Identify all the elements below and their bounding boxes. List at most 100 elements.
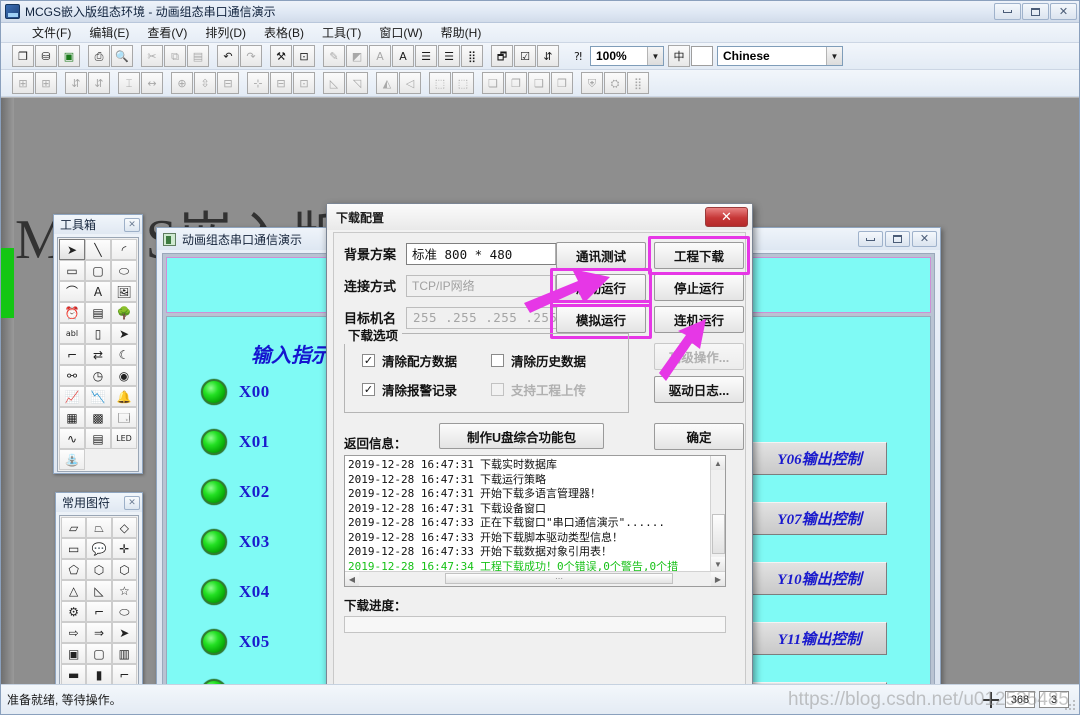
data-report-icon[interactable]: ▤ [85, 302, 111, 323]
rounded-rect-icon[interactable]: ▭ [61, 538, 87, 559]
undo-icon[interactable]: ↶ [217, 45, 239, 67]
select-arrow-icon[interactable]: ➤ [59, 239, 85, 260]
alarm-display-icon[interactable]: ⏰ [59, 302, 85, 323]
input-indicator-x04[interactable]: X04 [201, 579, 270, 605]
menu-item-table[interactable]: 表格(B) [255, 22, 313, 43]
return-info-log[interactable]: 2019-12-28 16:47:31 下载实时数据库 2019-12-28 16:… [344, 455, 726, 587]
corner-icon[interactable]: ⌐ [86, 601, 112, 622]
project-download-button[interactable]: 工程下载 [654, 242, 744, 269]
layout-frame-icon[interactable]: ⊡ [293, 45, 315, 67]
child-close-button[interactable]: ✕ [912, 231, 937, 247]
outline-arrow-icon[interactable]: ⇨ [61, 622, 87, 643]
checkbox-box[interactable]: ✓ [362, 354, 375, 367]
menu-item-file[interactable]: 文件(F) [23, 22, 80, 43]
history-chart-icon[interactable]: 📉 [85, 386, 111, 407]
right-triangle-icon[interactable]: ◺ [86, 580, 112, 601]
block-arrow-icon[interactable]: ⇒ [86, 622, 112, 643]
tree-icon[interactable]: 🌳 [111, 302, 137, 323]
check-project-icon[interactable]: ☑ [514, 45, 536, 67]
menu-item-window[interactable]: 窗口(W) [370, 22, 431, 43]
box-icon[interactable]: ▥ [111, 643, 137, 664]
resize-grip-icon[interactable] [1064, 699, 1077, 712]
menu-item-help[interactable]: 帮助(H) [432, 22, 491, 43]
star-icon[interactable]: ☆ [111, 580, 137, 601]
checkbox-box[interactable]: ✓ [362, 383, 375, 396]
polygon-icon[interactable]: ⌒ [59, 281, 85, 302]
grid-icon[interactable]: ▦ [59, 407, 85, 428]
new-window-icon[interactable]: ❐ [12, 45, 34, 67]
dialog-close-button[interactable]: ✕ [705, 207, 748, 227]
menu-item-tools[interactable]: 工具(T) [313, 22, 370, 43]
frame-icon[interactable]: ▢ [86, 643, 112, 664]
picture-icon[interactable]: 🖼 [111, 281, 137, 302]
form-icon[interactable]: ▤ [85, 428, 111, 449]
text-icon[interactable]: A [85, 281, 111, 302]
sort-icon[interactable]: ⇵ [537, 45, 559, 67]
line-icon[interactable]: ╲ [85, 239, 111, 260]
parallelogram-icon[interactable]: ▱ [61, 517, 87, 538]
online-run-button[interactable]: 连机运行 [654, 306, 744, 333]
print-preview-icon[interactable]: 🔍 [111, 45, 133, 67]
output-control-button-y06[interactable]: Y06输出控制 [752, 442, 887, 475]
label-icon[interactable]: abl [59, 323, 85, 344]
cylinder-icon[interactable]: ⬭ [111, 601, 137, 622]
save-icon[interactable]: ▣ [58, 45, 80, 67]
step-icon[interactable]: ⇄ [85, 344, 111, 365]
pipe-corner-icon[interactable]: ⌐ [111, 664, 137, 684]
meter-icon[interactable]: ◷ [85, 365, 111, 386]
start-run-button[interactable]: 启动运行 [556, 274, 646, 301]
menu-item-arrange[interactable]: 排列(D) [196, 22, 255, 43]
rectangle-icon[interactable]: ▭ [59, 260, 85, 281]
indicator-icon[interactable]: ◉ [111, 365, 137, 386]
print-icon[interactable]: ⎙ [88, 45, 110, 67]
checkbox-clear-alarm[interactable]: ✓ 清除报警记录 [362, 380, 457, 399]
trapezoid-icon[interactable]: ⏢ [86, 517, 112, 538]
help-pointer-icon[interactable]: ⁈ [567, 45, 589, 67]
driver-log-button[interactable]: 驱动日志... [654, 376, 744, 403]
align-justify-icon[interactable]: ☰ [438, 45, 460, 67]
checkbox-clear-recipe[interactable]: ✓ 清除配方数据 [362, 351, 457, 370]
hexagon-icon[interactable]: ⬡ [111, 559, 137, 580]
stop-run-button[interactable]: 停止运行 [654, 274, 744, 301]
scroll-thumb[interactable] [712, 514, 725, 554]
input-indicator-x03[interactable]: X03 [201, 529, 270, 555]
bell-icon[interactable]: 🔔 [111, 386, 137, 407]
output-control-button-y11[interactable]: Y11输出控制 [752, 622, 887, 655]
background-scheme-combo[interactable]: 标准 800 * 480 ▼ [406, 242, 573, 265]
scroll-thumb[interactable]: ⋯ [445, 573, 673, 584]
scroll-down-icon[interactable]: ▼ [711, 557, 725, 571]
scroll-up-icon[interactable]: ▲ [711, 456, 725, 470]
animation-icon[interactable]: ⛲ [59, 449, 85, 470]
simulate-run-button[interactable]: 模拟运行 [556, 306, 646, 333]
flow-block-icon[interactable]: ➤ [111, 323, 137, 344]
input-indicator-x02[interactable]: X02 [201, 479, 270, 505]
curve-icon[interactable]: ∿ [59, 428, 85, 449]
workspace-canvas[interactable]: MCGS嵌入版组态环境 动画组态串口通信演示 ✕ 输入指示 X00X01X02X… [1, 97, 1079, 684]
elbow-icon[interactable]: ⌐ [59, 344, 85, 365]
triangle-icon[interactable]: △ [61, 580, 87, 601]
input-indicator-x01[interactable]: X01 [201, 429, 270, 455]
close-icon[interactable]: ✕ [124, 217, 140, 232]
arrow-pentagon-icon[interactable]: ⬡ [86, 559, 112, 580]
language-combo[interactable]: Chinese ▼ [717, 46, 843, 66]
switch-icon[interactable]: ⚯ [59, 365, 85, 386]
align-left-icon[interactable]: ☰ [415, 45, 437, 67]
slider-icon[interactable]: ▯ [85, 323, 111, 344]
menu-item-edit[interactable]: 编辑(E) [80, 22, 138, 43]
open-project-icon[interactable]: ⛁ [35, 45, 57, 67]
solid-arrow-icon[interactable]: ➤ [111, 622, 137, 643]
cross-shape-icon[interactable]: ✛ [111, 538, 137, 559]
minimize-button[interactable] [994, 3, 1021, 20]
child-maximize-button[interactable] [885, 231, 910, 247]
realtime-chart-icon[interactable]: 📈 [59, 386, 85, 407]
log-horizontal-scrollbar[interactable]: ◀ ⋯ ▶ [345, 571, 725, 586]
scroll-right-icon[interactable]: ▶ [711, 572, 725, 586]
table-icon[interactable]: ▩ [85, 407, 111, 428]
maximize-button[interactable] [1022, 3, 1049, 20]
grid-toggle-icon[interactable]: ⣿ [461, 45, 483, 67]
panel-icon[interactable]: ▣ [61, 643, 87, 664]
output-control-button-y10[interactable]: Y10输出控制 [752, 562, 887, 595]
zoom-level-combo[interactable]: 100% ▼ [590, 46, 664, 66]
confirm-button[interactable]: 确定 [654, 423, 744, 450]
child-minimize-button[interactable] [858, 231, 883, 247]
